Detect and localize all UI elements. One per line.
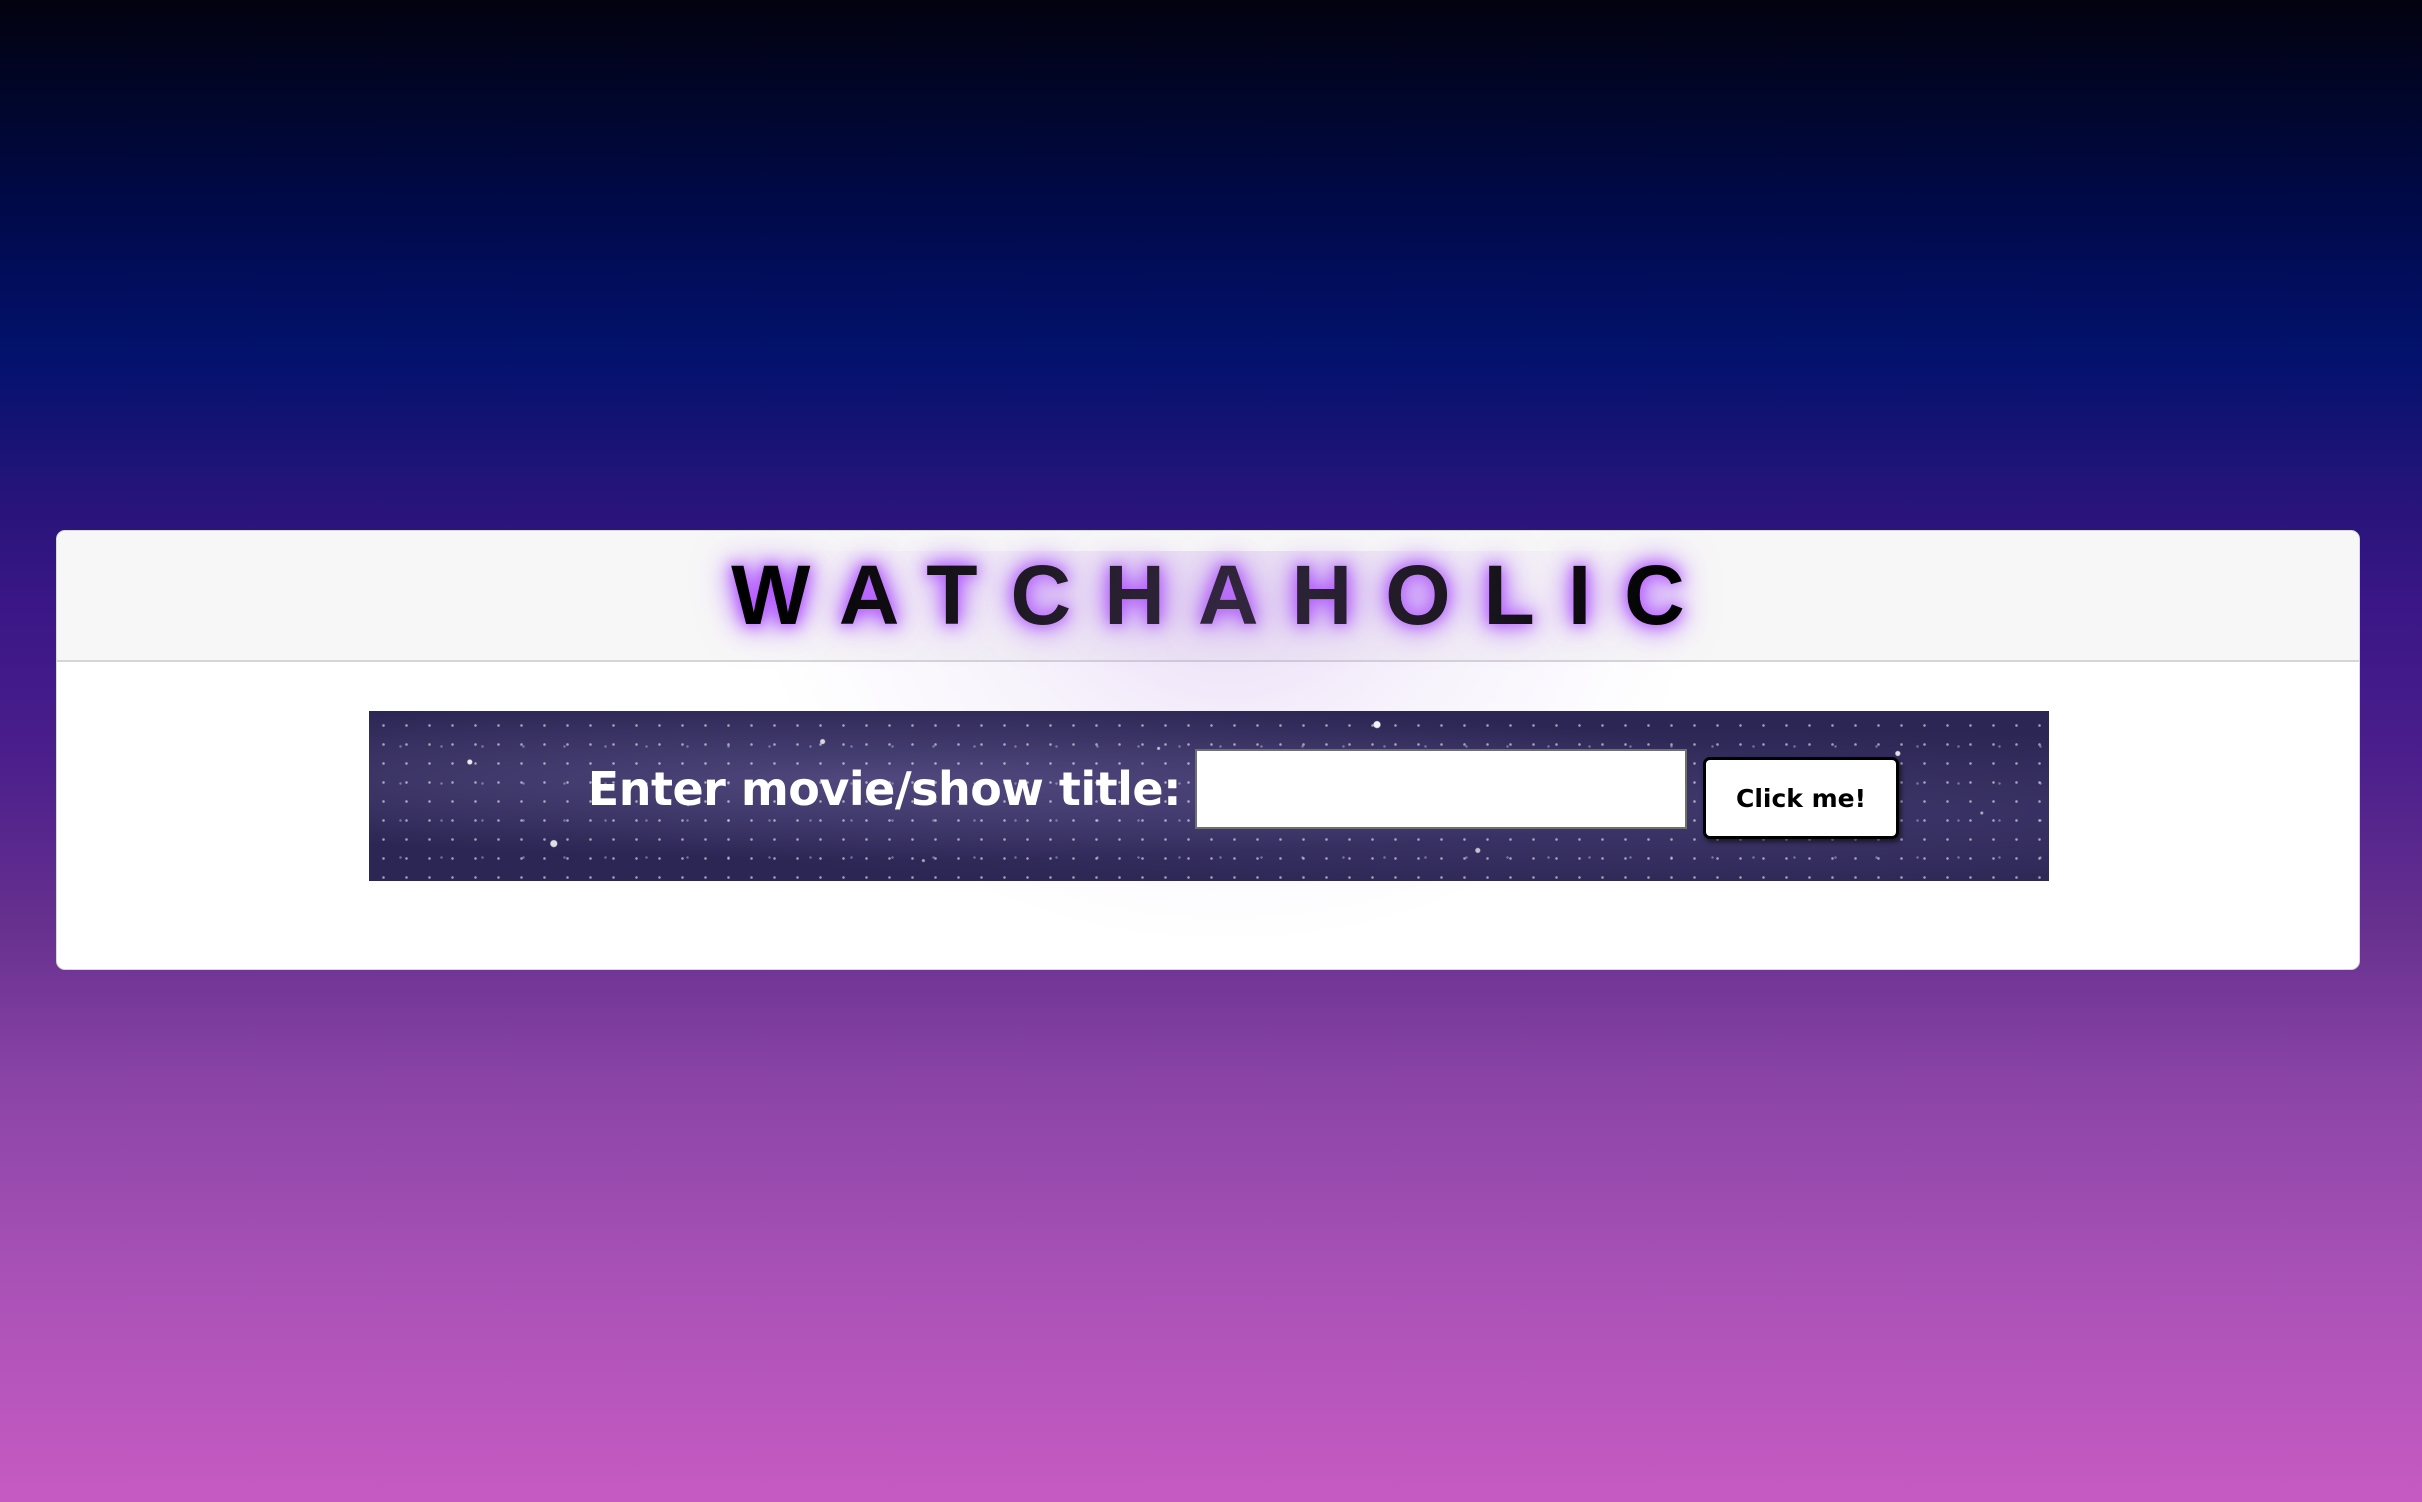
- search-banner: Enter movie/show title: Click me!: [369, 711, 2049, 881]
- card-header: WATCHAHOLIC: [57, 531, 2359, 662]
- search-label: Enter movie/show title:: [587, 762, 1182, 816]
- page-title: WATCHAHOLIC: [731, 548, 1718, 642]
- search-input[interactable]: [1195, 749, 1687, 829]
- page: { "header": { "title": "WATCHAHOLIC" }, …: [0, 0, 2422, 1502]
- search-button[interactable]: Click me!: [1703, 757, 1899, 839]
- main-card: WATCHAHOLIC Enter movie/show title: Clic…: [56, 530, 2360, 970]
